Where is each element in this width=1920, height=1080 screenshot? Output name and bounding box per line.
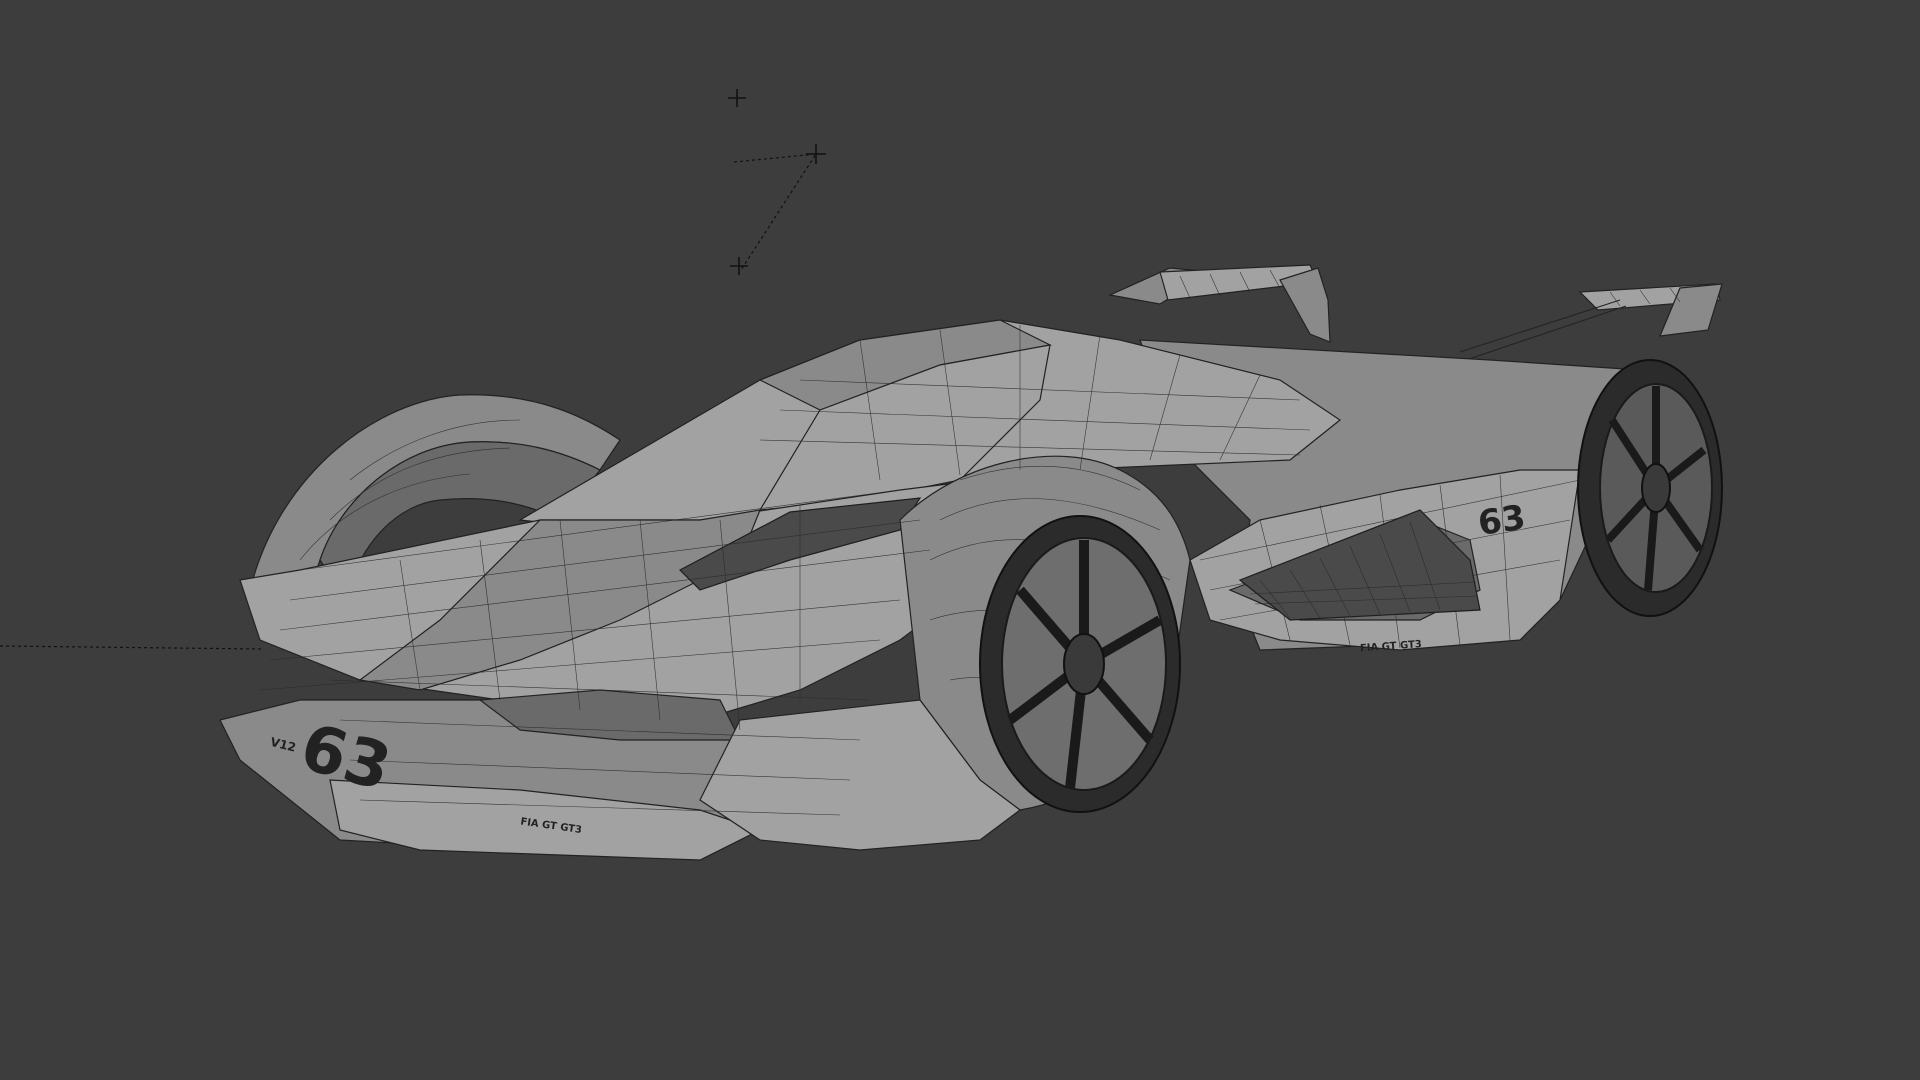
front-right-wheel[interactable] (979, 515, 1181, 813)
empty-marker-top[interactable] (728, 89, 746, 107)
side-number-decal: 63 (1476, 498, 1528, 544)
empty-marker-bottom[interactable] (730, 257, 748, 275)
rear-right-wheel[interactable] (1577, 359, 1723, 617)
light-helper-line (733, 153, 818, 271)
empty-marker-middle[interactable] (806, 144, 826, 164)
viewport-scene[interactable]: 63 63 V12 FIA GT GT3 FIA GT GT3 (0, 0, 1920, 1080)
ground-axis-line (0, 645, 263, 650)
3d-viewport[interactable]: 63 63 V12 FIA GT GT3 FIA GT GT3 (0, 0, 1920, 1080)
side-number-text: 63 (1476, 498, 1528, 544)
